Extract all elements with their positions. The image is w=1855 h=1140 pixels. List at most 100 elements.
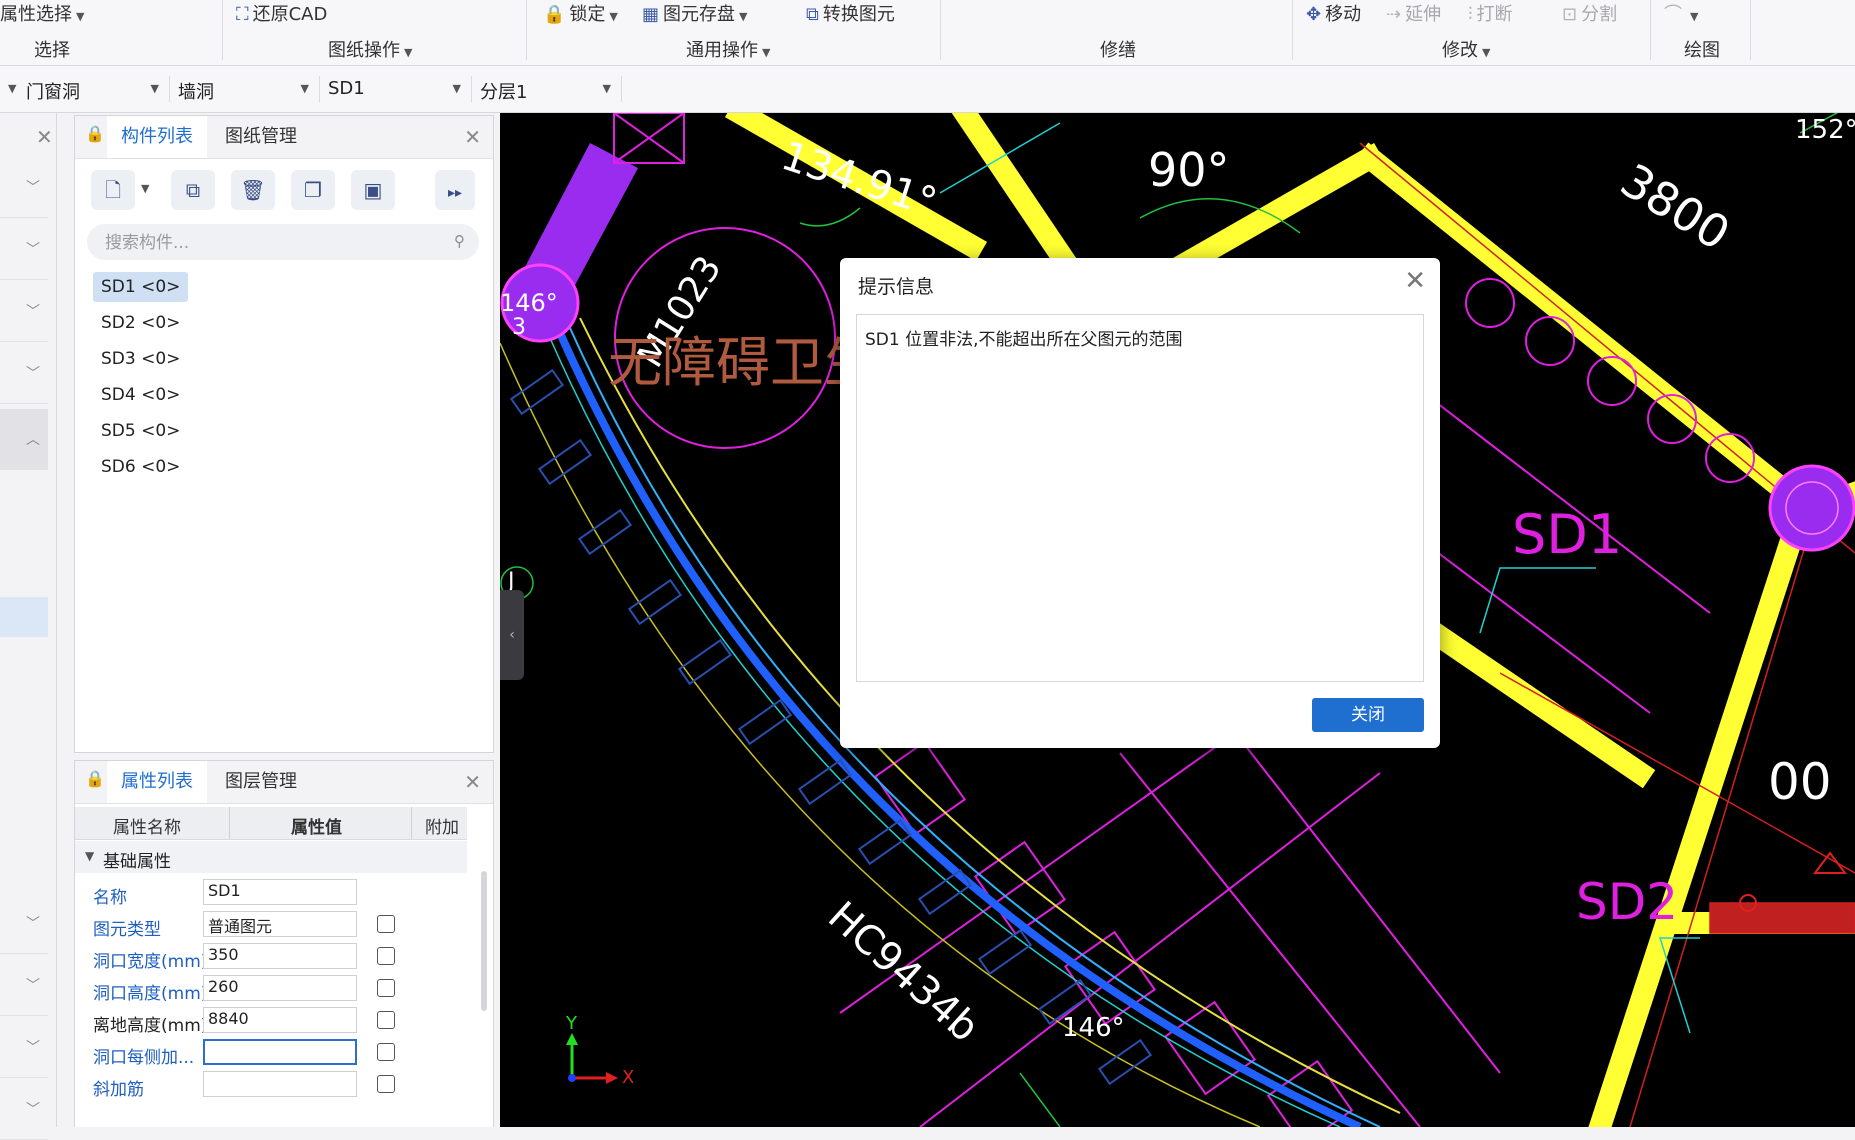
selector-type-value: 墙洞 [178, 82, 214, 103]
chevron-down-icon: ﹀ [26, 366, 40, 382]
property-name: 洞口高度(mm) [93, 984, 208, 1004]
property-extra-checkbox[interactable] [377, 915, 395, 933]
property-row: 洞口高度(mm) 260 [75, 973, 427, 1005]
group-label-common-ops[interactable]: 通用操作 ▼ [686, 36, 770, 62]
property-name: 洞口每侧加... [93, 1048, 195, 1068]
column-divider [411, 807, 412, 839]
chevron-down-icon: ▼ [404, 46, 413, 59]
trash-icon: 🗑 [240, 178, 266, 202]
tab-drawing-management[interactable]: 图纸管理 [211, 116, 311, 158]
copy-component-button[interactable]: ⧉ [171, 170, 215, 210]
property-extra-checkbox[interactable] [377, 979, 395, 997]
component-item[interactable]: SD6 <0> [93, 452, 188, 482]
group-label-drawing-ops[interactable]: 图纸操作 ▼ [328, 36, 412, 62]
tab-layer-management[interactable]: 图层管理 [211, 761, 311, 803]
selector-bar: ▼ 门窗洞 ▼ 墙洞 ▼ SD1 ▼ 分层1 ▼ [0, 66, 1855, 113]
chevron-down-icon[interactable]: ▼ [141, 182, 149, 195]
component-item[interactable]: SD2 <0> [93, 308, 188, 338]
property-value-input[interactable]: 260 [203, 975, 357, 1001]
component-item[interactable]: SD1 <0> [93, 272, 189, 302]
new-file-icon: 🗋 [104, 178, 122, 202]
close-icon[interactable]: ✕ [1404, 266, 1426, 296]
property-extra-checkbox[interactable] [377, 1043, 395, 1061]
move-label: 移动 [1325, 4, 1362, 25]
property-name: 洞口宽度(mm) [93, 952, 208, 972]
property-row: 离地高度(mm) 8840 [75, 1005, 427, 1037]
nav-group[interactable]: ﹀ [0, 219, 48, 280]
property-value-input[interactable]: 8840 [203, 1007, 357, 1033]
duplicate-layer-button[interactable]: ❐ [291, 170, 335, 210]
group-label-modify[interactable]: 修改 ▼ [1442, 36, 1490, 62]
close-icon[interactable]: ✕ [464, 770, 481, 794]
selector-category[interactable]: ▼ 门窗洞 ▼ [0, 76, 170, 103]
move-button[interactable]: ✥ 移动 [1306, 0, 1361, 26]
property-value-input[interactable] [203, 1039, 357, 1065]
nav-group-open[interactable]: ︿ [0, 409, 48, 470]
selector-type[interactable]: 墙洞 ▼ [170, 76, 320, 103]
group-separator [222, 0, 223, 60]
selector-component[interactable]: SD1 ▼ [320, 76, 472, 102]
extend-button[interactable]: ⇢ 延伸 [1386, 0, 1441, 26]
new-component-button[interactable]: 🗋 [91, 170, 135, 210]
nav-group[interactable]: ﹀ [0, 281, 48, 342]
restore-cad-button[interactable]: ⛶ 还原CAD [236, 0, 327, 26]
property-extra-checkbox[interactable] [377, 1011, 395, 1029]
close-icon[interactable]: ✕ [464, 125, 481, 149]
dialog-close-button[interactable]: 关闭 [1312, 698, 1424, 732]
nav-group[interactable]: ﹀ [0, 1017, 48, 1078]
chevron-down-icon: ▼ [76, 10, 85, 23]
component-item[interactable]: SD4 <0> [93, 380, 188, 410]
chevron-down-icon: ﹀ [26, 304, 40, 320]
more-tools-button[interactable]: ▸▸ [435, 170, 475, 210]
nav-group[interactable]: ﹀ [0, 955, 48, 1016]
nav-group[interactable]: ﹀ [0, 157, 48, 218]
section-basic-properties[interactable]: ▼ 基础属性 [75, 841, 467, 873]
close-icon[interactable]: ✕ [36, 125, 53, 149]
property-extra-checkbox[interactable] [377, 1075, 395, 1093]
convert-elements-button[interactable]: ⧉ 转换图元 [806, 0, 895, 26]
property-value-input[interactable]: 350 [203, 943, 357, 969]
lock-button[interactable]: 🔒 锁定 ▼ [543, 0, 618, 26]
nav-group[interactable]: ﹀ [0, 1079, 48, 1140]
selector-layer[interactable]: 分层1 ▼ [472, 76, 622, 103]
component-list-panel: 🔒 构件列表 图纸管理 ✕ 🗋 ▼ ⧉ 🗑 ❐ ▣ ▸▸ ⚲ SD1 <0> S… [74, 115, 494, 753]
nav-item-selected[interactable] [0, 597, 48, 637]
chevron-down-icon: ﹀ [26, 1102, 40, 1118]
save-elements-label: 图元存盘 [663, 4, 736, 25]
attr-select-button[interactable]: 属性选择 ▼ [0, 0, 84, 26]
pin-icon[interactable]: 🔒 [85, 124, 105, 143]
group-separator [526, 0, 527, 60]
group-separator [940, 0, 941, 60]
property-value-input[interactable] [203, 1071, 357, 1097]
component-search-input[interactable] [103, 224, 427, 262]
pin-icon[interactable]: 🔒 [85, 769, 105, 788]
split-button[interactable]: ⊡ 分割 [1562, 0, 1617, 26]
property-extra-checkbox[interactable] [377, 947, 395, 965]
property-scrollbar[interactable] [481, 871, 487, 1011]
break-button[interactable]: ⫶ 打断 [1468, 0, 1513, 26]
info-dialog: 提示信息 ✕ SD1 位置非法,不能超出所在父图元的范围 关闭 [840, 258, 1440, 748]
selector-component-value: SD1 [328, 78, 365, 99]
property-value-input[interactable]: SD1 [203, 879, 357, 905]
group-separator [1650, 0, 1651, 60]
property-value-input[interactable]: 普通图元 [203, 911, 357, 937]
tab-component-list[interactable]: 构件列表 [107, 116, 207, 158]
delete-component-button[interactable]: 🗑 [231, 170, 275, 210]
lock-label: 锁定 [569, 4, 606, 25]
search-icon[interactable]: ⚲ [454, 232, 465, 250]
restore-cad-icon: ⛶ [236, 4, 249, 25]
tab-property-list[interactable]: 属性列表 [107, 761, 207, 803]
hole-tag-sd2: SD2 [1576, 873, 1679, 931]
component-item[interactable]: SD3 <0> [93, 344, 188, 374]
axis-x-label: X [622, 1067, 635, 1088]
property-name: 图元类型 [93, 920, 161, 940]
save-elements-button[interactable]: ▦ 图元存盘 ▼ [642, 0, 747, 26]
save-component-button[interactable]: ▣ [351, 170, 395, 210]
component-item[interactable]: SD5 <0> [93, 416, 188, 446]
nav-group[interactable]: ﹀ [0, 893, 48, 954]
draw-arc-button[interactable]: ⌒ ▼ [1664, 0, 1698, 26]
collapse-panel-handle[interactable]: ‹ [500, 590, 524, 680]
copy-icon: ⧉ [185, 178, 201, 202]
nav-group[interactable]: ﹀ [0, 343, 48, 404]
axis-y-label: Y [566, 1013, 577, 1034]
